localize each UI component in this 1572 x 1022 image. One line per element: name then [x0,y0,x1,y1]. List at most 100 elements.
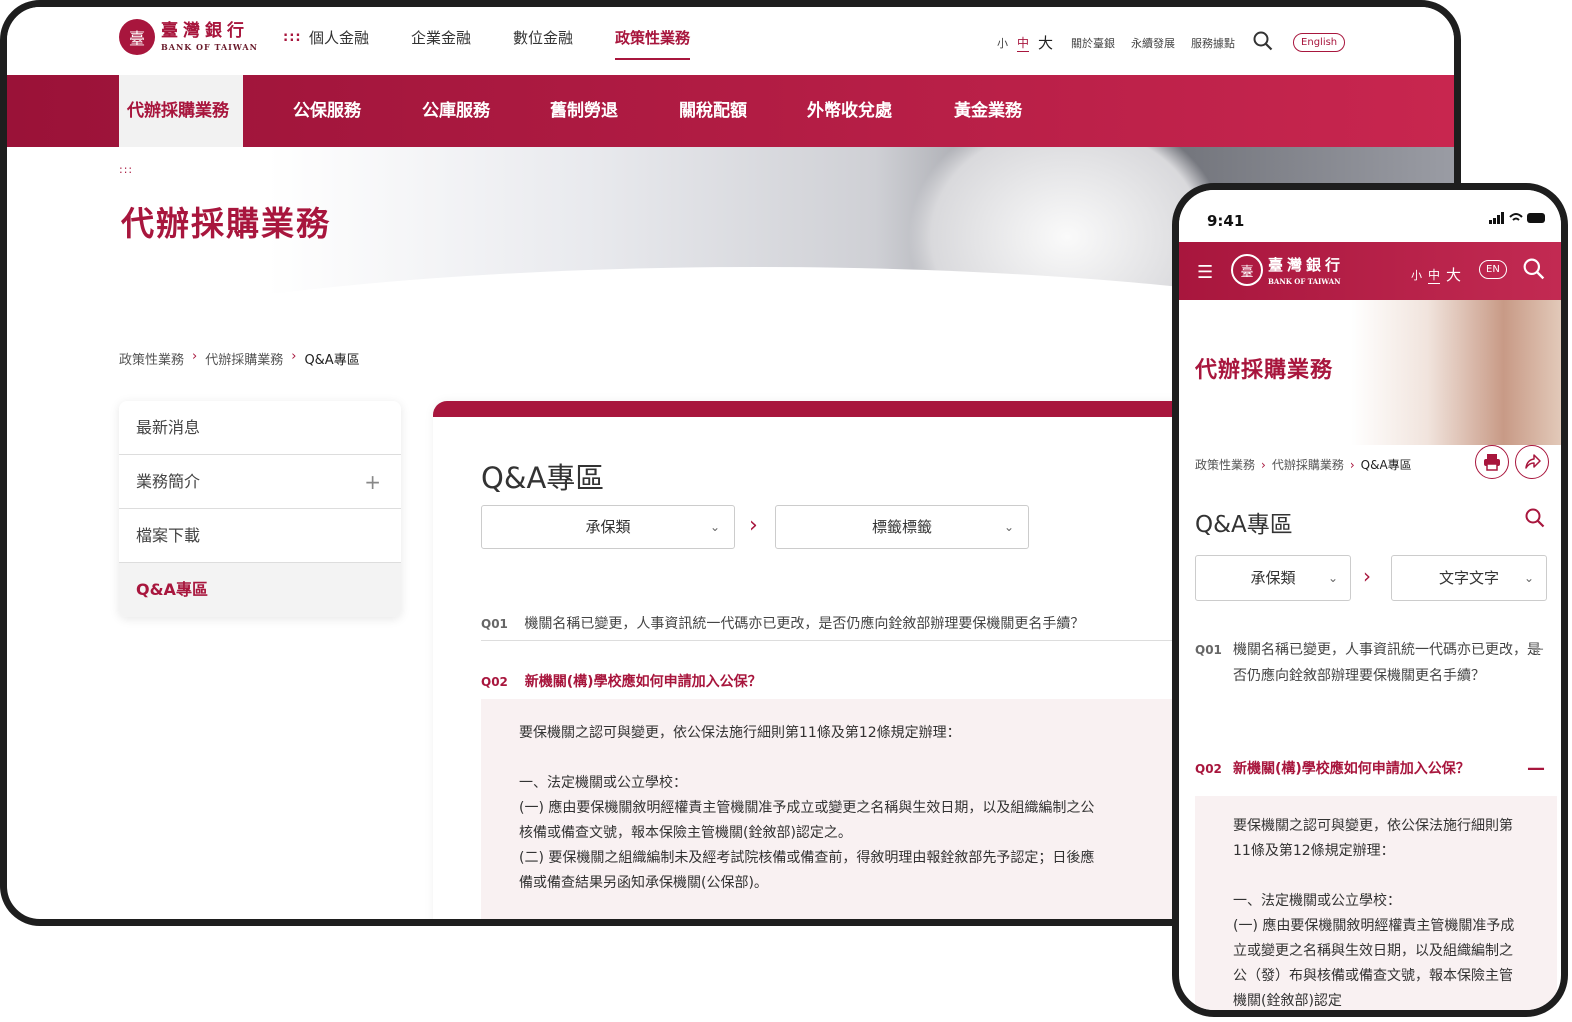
logo-zh: 臺灣銀行 [161,21,249,41]
status-time: 9:41 [1207,212,1245,230]
subnav-labor-pension[interactable]: 舊制勞退 [550,75,618,147]
category-select-value: 承保類 [1250,569,1296,587]
nav-corporate[interactable]: 企業金融 [411,27,471,60]
mobile-frame: 9:41 ☰ 臺 臺灣銀行 BANK OF TAIWAN 小 中 大 EN 代辦… [1172,183,1568,1017]
logo-zh: 臺灣銀行 [1268,256,1345,274]
sidebar-menu: 最新消息 業務簡介 + 檔案下載 Q&A專區 [119,401,401,617]
sidebar-item-news[interactable]: 最新消息 [119,401,401,455]
question-text: 新機關(構)學校應如何申請加入公保？ [1233,761,1470,777]
tag-select-value: 文字文字 [1438,569,1499,587]
breadcrumb: 政策性業務 › 代辦採購業務 › Q&A專區 [119,349,360,368]
divider [481,640,1261,641]
subnav-gov-insurance[interactable]: 公保服務 [293,75,361,147]
font-size-small[interactable]: 小 [997,35,1008,51]
breadcrumb-item[interactable]: 代辦採購業務 [1272,456,1344,473]
faq-question-1[interactable]: Q01 機關名稱已變更，人事資訊統一代碼亦已更改，是否仍應向銓敘部辦理要保機關更… [481,613,1084,633]
answer-line: 一、法定機關或公立學校： [519,775,687,791]
category-select-value: 承保類 [585,518,631,536]
sidebar-item-qa[interactable]: Q&A專區 [119,563,401,617]
font-size-medium[interactable]: 中 [1017,34,1030,52]
font-size-large[interactable]: 大 [1038,32,1053,53]
font-size-small[interactable]: 小 [1411,267,1422,283]
chevron-right-icon: › [1261,457,1266,472]
breadcrumb-current: Q&A專區 [304,353,360,368]
font-size-medium[interactable]: 中 [1428,266,1441,284]
question-text: 新機關(構)學校應如何申請加入公保？ [524,674,762,690]
answer-line: 核備或備查文號，報本保險主管機關(銓敘部)認定之。 [519,825,852,841]
question-text: 機關名稱已變更，人事資訊統一代碼亦已更改，是否仍應向銓敘部辦理要保機關更名手續？ [524,616,1085,632]
question-text: 機關名稱已變更，人事資訊統一代碼亦已更改，是否仍應向銓敘部辦理要保機關更名手續？ [1233,642,1541,684]
minus-icon[interactable]: — [1527,756,1545,782]
font-size-switch: 小 中 大 [1411,264,1461,285]
chevron-down-icon: ⌄ [1523,571,1534,585]
tag-select[interactable]: 標籤標籤 ⌄ [775,505,1029,549]
font-size-large[interactable]: 大 [1446,264,1461,285]
sub-nav: 代辦採購業務 公保服務 公庫服務 舊制勞退 關稅配額 外幣收兌處 黃金業務 [7,75,1454,147]
panel-title: Q&A專區 [481,461,605,495]
printer-icon [1484,454,1500,471]
answer-line: (二) 要保機關之組織編制未及經考試院核備或備查前，得敘明理由報銓敘部先予認定；… [519,850,1095,866]
sidebar-item-downloads[interactable]: 檔案下載 [119,509,401,563]
bank-seal-icon: 臺 [119,19,155,55]
menu-icon[interactable]: ☰ [1197,262,1213,283]
question-number: Q02 [1195,762,1222,776]
faq-question-1[interactable]: Q01 機關名稱已變更，人事資訊統一代碼亦已更改，是否仍應向銓敘部辦理要保機關更… [1195,637,1545,689]
nav-digital[interactable]: 數位金融 [513,27,573,60]
main-nav: 個人金融 企業金融 數位金融 政策性業務 [309,27,691,60]
tag-select-value: 標籤標籤 [871,518,932,536]
answer-line: 備或備查結果另函知承保機關(公保部)。 [519,875,768,891]
answer-line: (一) 應由要保機關敘明經權責主管機關准予成立或變更之名稱與生效日期，以及組織編… [1233,918,1515,1009]
hero-banner: 代辦採購業務 [1179,300,1561,445]
english-button[interactable]: EN [1479,260,1507,279]
grid-dots-icon: ::: [283,30,302,45]
page-title: 代辦採購業務 [1195,358,1334,383]
signal-wifi-battery-icon [1489,212,1547,227]
link-sustainability[interactable]: 永續發展 [1131,35,1175,51]
link-about[interactable]: 關於臺銀 [1071,35,1115,51]
share-icon [1525,454,1541,469]
answer-line: 要保機關之認可與變更，依公保法施行細則第11條及第12條規定辦理： [519,725,961,741]
logo-en: BANK OF TAIWAN [161,42,258,52]
chevron-right-icon: › [1363,564,1371,588]
subnav-procurement[interactable]: 代辦採購業務 [119,75,243,147]
bank-logo[interactable]: 臺 臺灣銀行 BANK OF TAIWAN [1231,254,1344,286]
subnav-treasury[interactable]: 公庫服務 [422,75,490,147]
faq-question-2[interactable]: Q02 新機關(構)學校應如何申請加入公保？ [481,671,762,691]
link-locations[interactable]: 服務據點 [1191,35,1235,51]
print-button[interactable] [1475,445,1509,479]
chevron-right-icon: › [291,349,297,364]
subnav-gold[interactable]: 黃金業務 [954,75,1022,147]
breadcrumb-item[interactable]: 代辦採購業務 [205,349,283,368]
tag-select[interactable]: 文字文字 ⌄ [1391,555,1547,601]
answer-line [1233,864,1519,889]
subnav-currency-exchange[interactable]: 外幣收兌處 [807,75,892,147]
search-icon[interactable] [1523,258,1545,284]
logo-en: BANK OF TAIWAN [1268,277,1341,286]
sidebar-item-label: 業務簡介 [136,472,201,491]
category-select[interactable]: 承保類 ⌄ [1195,555,1351,601]
share-button[interactable] [1515,445,1549,479]
answer-line: 要保機關之認可與變更，依公保法施行細則第11條及第12條規定辦理： [1233,818,1513,859]
faq-answer: 要保機關之認可與變更，依公保法施行細則第11條及第12條規定辦理： 一、法定機關… [1195,796,1557,1010]
faq-question-2[interactable]: Q02 新機關(構)學校應如何申請加入公保？ — [1195,756,1545,782]
english-button[interactable]: English [1293,33,1346,52]
nav-personal[interactable]: 個人金融 [309,27,369,60]
breadcrumb-item[interactable]: 政策性業務 [119,349,184,368]
chevron-right-icon: › [749,513,758,538]
search-icon[interactable] [1253,31,1273,54]
breadcrumb-current: Q&A專區 [1360,458,1412,472]
question-number: Q01 [1195,643,1222,657]
plus-icon[interactable]: + [364,455,381,509]
status-bar: 9:41 [1179,190,1561,242]
answer-line: 一、法定機關或公立學校： [1233,893,1401,909]
bank-seal-icon: 臺 [1231,254,1263,286]
nav-policy[interactable]: 政策性業務 [615,27,691,60]
breadcrumb-item[interactable]: 政策性業務 [1195,456,1255,473]
bank-logo[interactable]: 臺 臺灣銀行 BANK OF TAIWAN [119,19,258,55]
sidebar-item-intro[interactable]: 業務簡介 + [119,455,401,509]
subnav-tariff-quota[interactable]: 關稅配額 [679,75,747,147]
category-select[interactable]: 承保類 ⌄ [481,505,735,549]
search-icon[interactable] [1525,508,1545,532]
faq-answer: 要保機關之認可與變更，依公保法施行細則第11條及第12條規定辦理： 一、法定機關… [481,699,1281,919]
plus-icon[interactable]: + [1530,637,1545,663]
